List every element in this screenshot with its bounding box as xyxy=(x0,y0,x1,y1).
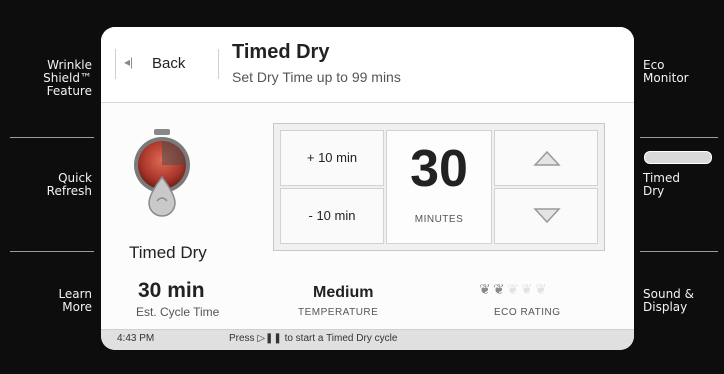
back-arrow-icon: ◂| xyxy=(124,55,134,69)
mode-label: Timed Dry xyxy=(129,243,207,262)
plus-10-button[interactable]: + 10 min xyxy=(280,130,384,186)
time-control-panel: + 10 min - 10 min 30 MINUTES xyxy=(273,123,605,251)
menu-wrinkle-shield[interactable]: Wrinkle Shield™ Feature xyxy=(10,59,92,98)
leaf-icon: ❦ xyxy=(493,281,505,297)
minus-10-label: - 10 min xyxy=(308,208,356,223)
status-bar: 4:43 PM Press ▷❚❚ to start a Timed Dry c… xyxy=(101,329,634,350)
divider xyxy=(640,251,718,252)
leaf-icon: ❦ xyxy=(507,281,519,297)
header: ◂| Back Timed Dry Set Dry Time up to 99 … xyxy=(101,27,634,103)
cycle-time-label: Est. Cycle Time xyxy=(136,305,220,319)
menu-eco-monitor[interactable]: Eco Monitor xyxy=(643,59,721,85)
arrow-up-icon xyxy=(533,150,561,166)
divider xyxy=(10,251,94,252)
status-hint: Press ▷❚❚ to start a Timed Dry cycle xyxy=(229,333,398,344)
decrease-button[interactable] xyxy=(494,188,598,244)
menu-sound-display[interactable]: Sound & Display xyxy=(643,288,721,314)
divider xyxy=(10,137,94,138)
leaf-icon: ❦ xyxy=(521,281,533,297)
cycle-time-value: 30 min xyxy=(138,279,205,302)
leaf-icon: ❦ xyxy=(479,281,491,297)
plus-10-label: + 10 min xyxy=(306,150,358,165)
selected-indicator xyxy=(644,151,712,164)
main-screen: ◂| Back Timed Dry Set Dry Time up to 99 … xyxy=(101,27,634,350)
eco-rating-label: ECO RATING xyxy=(494,307,561,318)
minus-10-button[interactable]: - 10 min xyxy=(280,188,384,244)
menu-timed-dry[interactable]: Timed Dry xyxy=(643,172,721,198)
temperature-label: TEMPERATURE xyxy=(298,307,379,318)
temperature-value: Medium xyxy=(313,284,374,301)
menu-learn-more[interactable]: Learn More xyxy=(10,288,92,314)
eco-rating-leaves: ❦ ❦ ❦ ❦ ❦ xyxy=(479,281,579,301)
time-value: 30 xyxy=(410,140,468,198)
back-label: Back xyxy=(152,55,186,72)
time-display: 30 MINUTES xyxy=(386,130,492,244)
time-unit: MINUTES xyxy=(414,214,464,225)
page-subtitle: Set Dry Time up to 99 mins xyxy=(232,69,401,85)
back-button[interactable]: ◂| Back xyxy=(115,49,219,79)
clock: 4:43 PM xyxy=(117,333,155,344)
leaf-icon: ❦ xyxy=(535,281,547,297)
divider xyxy=(640,137,718,138)
timed-dry-knob-icon xyxy=(131,127,193,219)
page-title: Timed Dry xyxy=(232,41,330,63)
increase-button[interactable] xyxy=(494,130,598,186)
menu-quick-refresh[interactable]: Quick Refresh xyxy=(10,172,92,198)
arrow-down-icon xyxy=(533,208,561,224)
